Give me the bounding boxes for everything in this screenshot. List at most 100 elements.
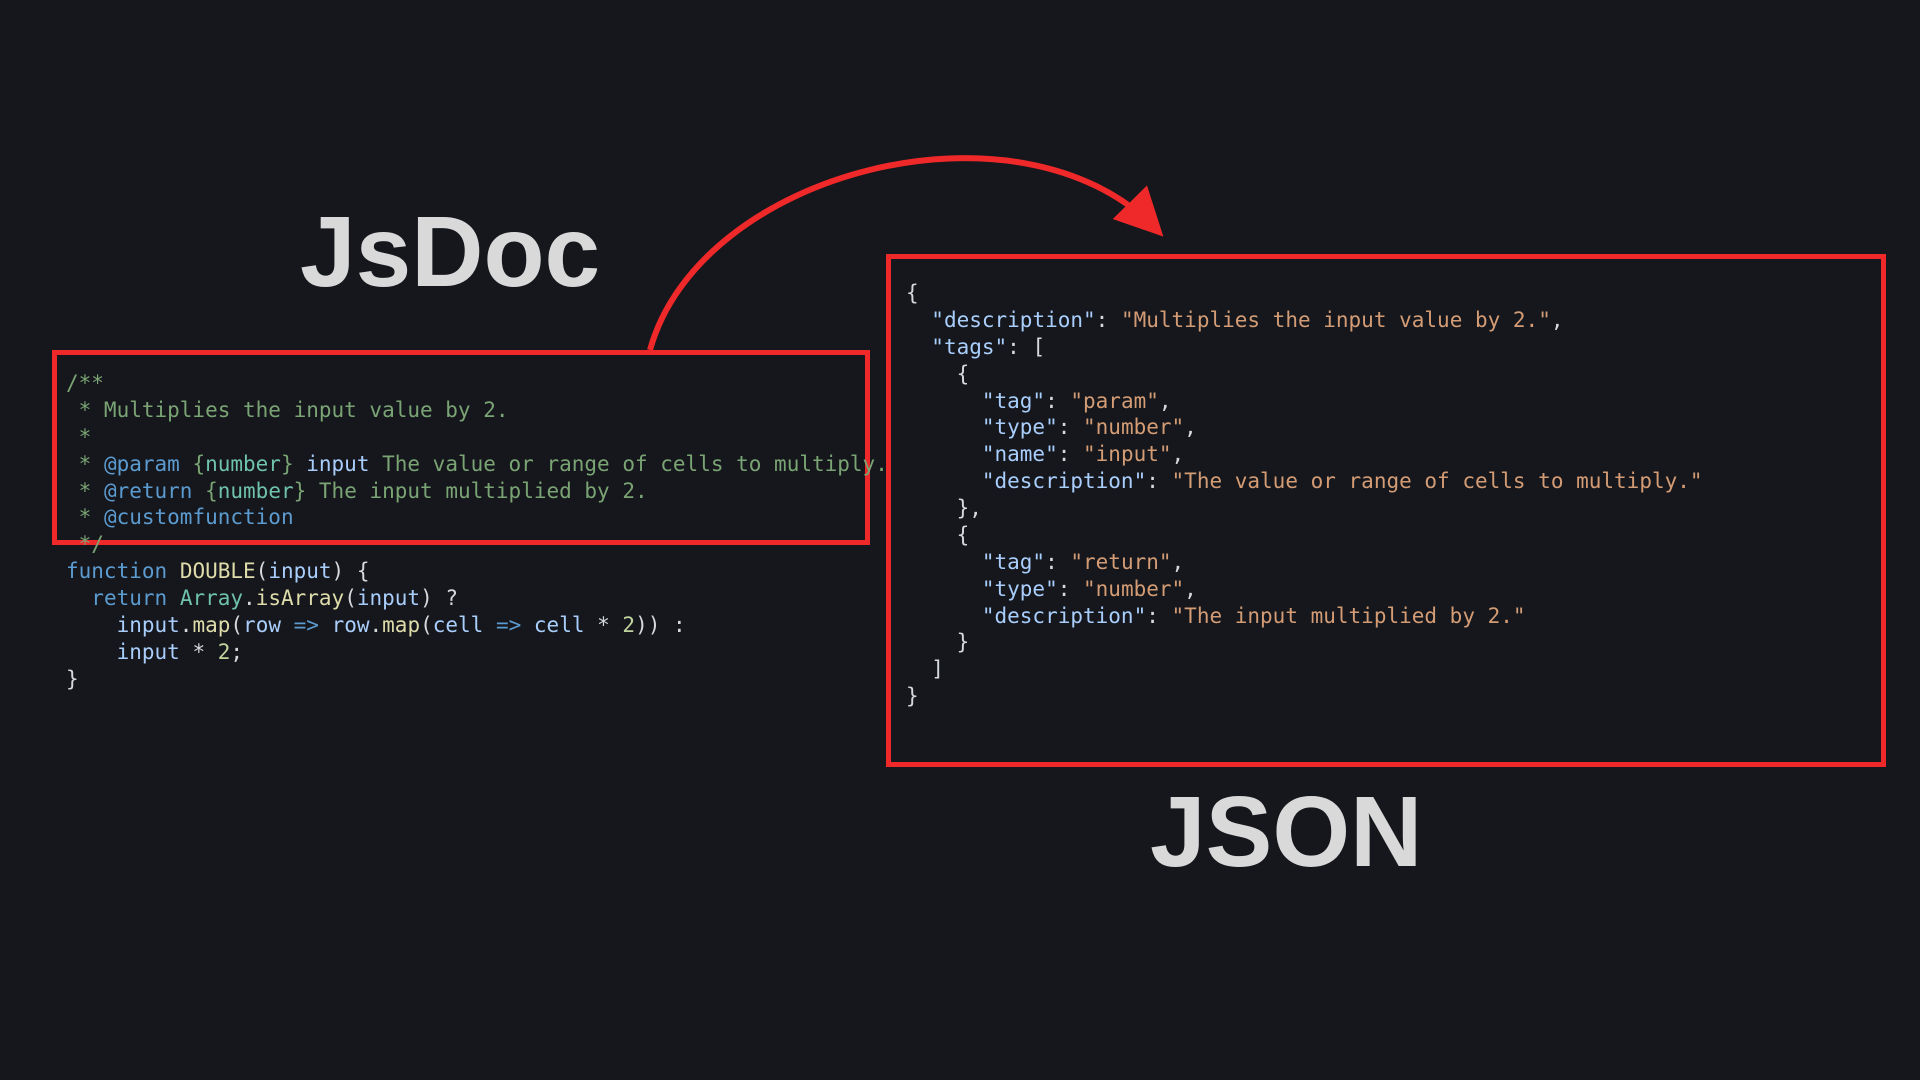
heading-json: JSON [1150,775,1422,890]
indent [906,523,957,547]
val-input: "input" [1083,442,1172,466]
star-op: * [584,613,622,637]
jsdoc-tag-custom: @customfunction [104,505,294,529]
val-return: "return" [1070,550,1171,574]
indent [906,577,982,601]
jsdoc-line-prefix: * [66,479,104,503]
jsdoc-code-block: /** * Multiplies the input value by 2. *… [66,370,888,693]
jsdoc-blank-line: * [66,425,91,449]
jsdoc-tag-return: @return [104,479,193,503]
row-var: row [243,613,281,637]
arr-close: ] [931,657,944,681]
comma: , [1172,550,1185,574]
call-close-q: ) ? [420,586,458,610]
close-map: )) : [635,613,686,637]
comma: , [1184,577,1197,601]
comma: , [1172,442,1185,466]
json-code-block: { "description": "Multiplies the input v… [906,280,1703,710]
colon: : [1096,308,1121,332]
obj-open: { [957,362,970,386]
colon: : [1058,415,1083,439]
indent [66,613,117,637]
key-type: "type" [982,415,1058,439]
map-fn: map [192,613,230,637]
arg-input: input [357,586,420,610]
star-op: * [180,640,218,664]
paren-close-brace: ) { [332,559,370,583]
key-description: "description" [982,469,1146,493]
paren-open: ( [256,559,269,583]
jsdoc-param-type-close: } [281,452,306,476]
key-description: "description" [931,308,1095,332]
jsdoc-comment-open: /** [66,371,104,395]
cell-var: cell [433,613,484,637]
colon: : [1007,335,1032,359]
input-var: input [117,613,180,637]
jsdoc-line-prefix: * [66,452,104,476]
colon: : [1045,389,1070,413]
indent [906,604,982,628]
kw-return: return [91,586,167,610]
val-number: "number" [1083,415,1184,439]
val-return-desc: "The input multiplied by 2." [1172,604,1526,628]
comma: , [1184,415,1197,439]
colon: : [1146,604,1171,628]
space [167,586,180,610]
comma: , [1551,308,1564,332]
space [167,559,180,583]
jsdoc-desc-line: * Multiplies the input value by 2. [66,398,509,422]
jsdoc-return-type: number [218,479,294,503]
indent [906,442,982,466]
jsdoc-return-type-open: { [192,479,217,503]
val-number: "number" [1083,577,1184,601]
key-tag: "tag" [982,389,1045,413]
obj-open: { [957,523,970,547]
obj-close-comma: }, [957,496,982,520]
colon: : [1058,442,1083,466]
jsdoc-return-type-close: } [294,479,319,503]
indent [906,469,982,493]
dot: . [180,613,193,637]
arr-open: [ [1032,335,1045,359]
indent [906,657,931,681]
indent [906,335,931,359]
call-open: ( [230,613,243,637]
json-close: } [906,684,919,708]
indent [906,496,957,520]
jsdoc-param-name: input [306,452,369,476]
dot: . [243,586,256,610]
indent [906,308,931,332]
colon: : [1045,550,1070,574]
jsdoc-line-prefix: * [66,505,104,529]
indent [906,415,982,439]
comma: , [1159,389,1172,413]
key-type: "type" [982,577,1058,601]
obj-close: } [957,630,970,654]
cell-var: cell [534,613,585,637]
semicolon: ; [230,640,243,664]
colon: : [1146,469,1171,493]
dot: . [370,613,383,637]
jsdoc-tag-param: @param [104,452,180,476]
val-param-desc: "The value or range of cells to multiply… [1172,469,1703,493]
indent [906,389,982,413]
map-fn: map [382,613,420,637]
call-open: ( [344,586,357,610]
row-var: row [332,613,370,637]
kw-function: function [66,559,167,583]
jsdoc-param-type-open: { [180,452,205,476]
call-open: ( [420,613,433,637]
jsdoc-return-desc: The input multiplied by 2. [319,479,648,503]
val-description: "Multiplies the input value by 2." [1121,308,1551,332]
input-var: input [117,640,180,664]
indent [906,362,957,386]
jsdoc-param-desc: The value or range of cells to multiply. [369,452,887,476]
arg-input: input [268,559,331,583]
colon: : [1058,577,1083,601]
val-param: "param" [1070,389,1159,413]
brace-close: } [66,667,79,691]
arrow-op: => [281,613,332,637]
indent [66,586,91,610]
json-open: { [906,281,919,305]
indent [66,640,117,664]
